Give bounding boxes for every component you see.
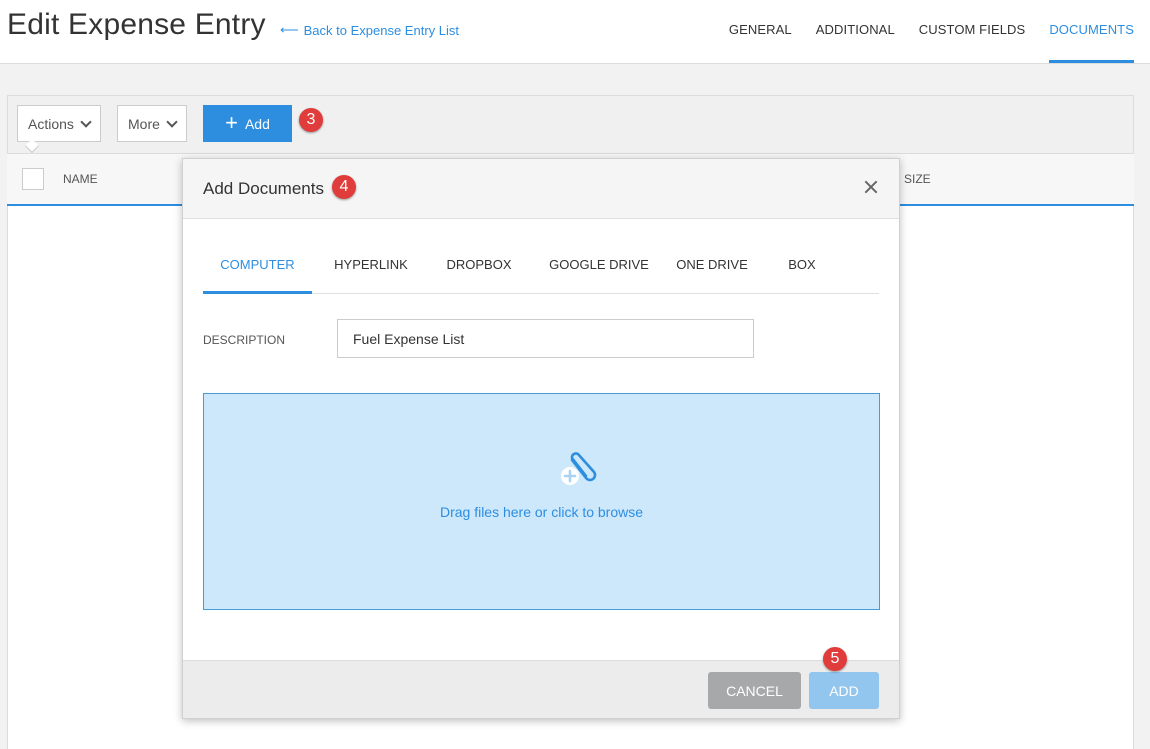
back-link-label: Back to Expense Entry List <box>303 22 459 38</box>
paperclip-plus-icon <box>561 452 597 485</box>
section-tabs: GENERAL ADDITIONAL CUSTOM FIELDS DOCUMEN… <box>705 0 1134 63</box>
tab-additional[interactable]: ADDITIONAL <box>816 0 895 63</box>
description-label: DESCRIPTION <box>203 333 286 347</box>
file-dropzone[interactable]: Drag files here or click to browse <box>203 393 880 610</box>
add-document-button[interactable]: + Add <box>203 105 292 142</box>
add-label: Add <box>244 115 270 132</box>
more-dropdown[interactable]: More <box>117 105 187 142</box>
tab-hyperlink[interactable]: HYPERLINK <box>331 243 411 294</box>
step-badge-4: 4 <box>332 175 356 199</box>
step-badge-5: 5 <box>823 647 847 671</box>
modal-title: Add Documents <box>203 179 324 198</box>
dropzone-text: Drag files here or click to browse <box>439 504 644 520</box>
modal-footer: CANCEL ADD <box>183 660 899 718</box>
source-tabs: COMPUTER HYPERLINK DROPBOX GOOGLE DRIVE … <box>203 243 879 294</box>
select-all-checkbox[interactable] <box>22 168 44 190</box>
more-label: More <box>128 115 160 132</box>
page-title: Edit Expense Entry <box>7 8 266 41</box>
tab-computer[interactable]: COMPUTER <box>203 243 312 294</box>
column-header-name[interactable]: NAME <box>63 172 98 186</box>
tab-box[interactable]: BOX <box>783 243 821 294</box>
description-field[interactable] <box>337 319 754 358</box>
chevron-down-icon <box>166 115 178 128</box>
modal-header: Add Documents <box>183 159 899 219</box>
back-to-list-link[interactable]: ⟵ Back to Expense Entry List <box>280 22 459 38</box>
add-documents-modal: Add Documents COMPUTER HYPERLINK DROPBOX… <box>182 158 900 719</box>
chevron-down-icon <box>80 115 92 128</box>
plus-icon: + <box>225 109 238 135</box>
page-header: Edit Expense Entry ⟵ Back to Expense Ent… <box>0 0 1150 64</box>
tab-one-drive[interactable]: ONE DRIVE <box>673 243 751 294</box>
close-icon[interactable] <box>861 177 881 197</box>
step-badge-3: 3 <box>299 108 323 132</box>
tab-google-drive[interactable]: GOOGLE DRIVE <box>549 243 649 294</box>
column-header-size[interactable]: SIZE <box>904 172 931 186</box>
tab-custom-fields[interactable]: CUSTOM FIELDS <box>919 0 1026 63</box>
tab-general[interactable]: GENERAL <box>729 0 792 63</box>
tab-documents[interactable]: DOCUMENTS <box>1049 0 1134 63</box>
add-button[interactable]: ADD <box>809 672 879 709</box>
actions-dropdown[interactable]: Actions <box>17 105 101 142</box>
actions-label: Actions <box>28 115 74 132</box>
arrow-left-icon: ⟵ <box>280 22 299 37</box>
tab-dropbox[interactable]: DROPBOX <box>443 243 515 294</box>
cancel-button[interactable]: CANCEL <box>708 672 801 709</box>
